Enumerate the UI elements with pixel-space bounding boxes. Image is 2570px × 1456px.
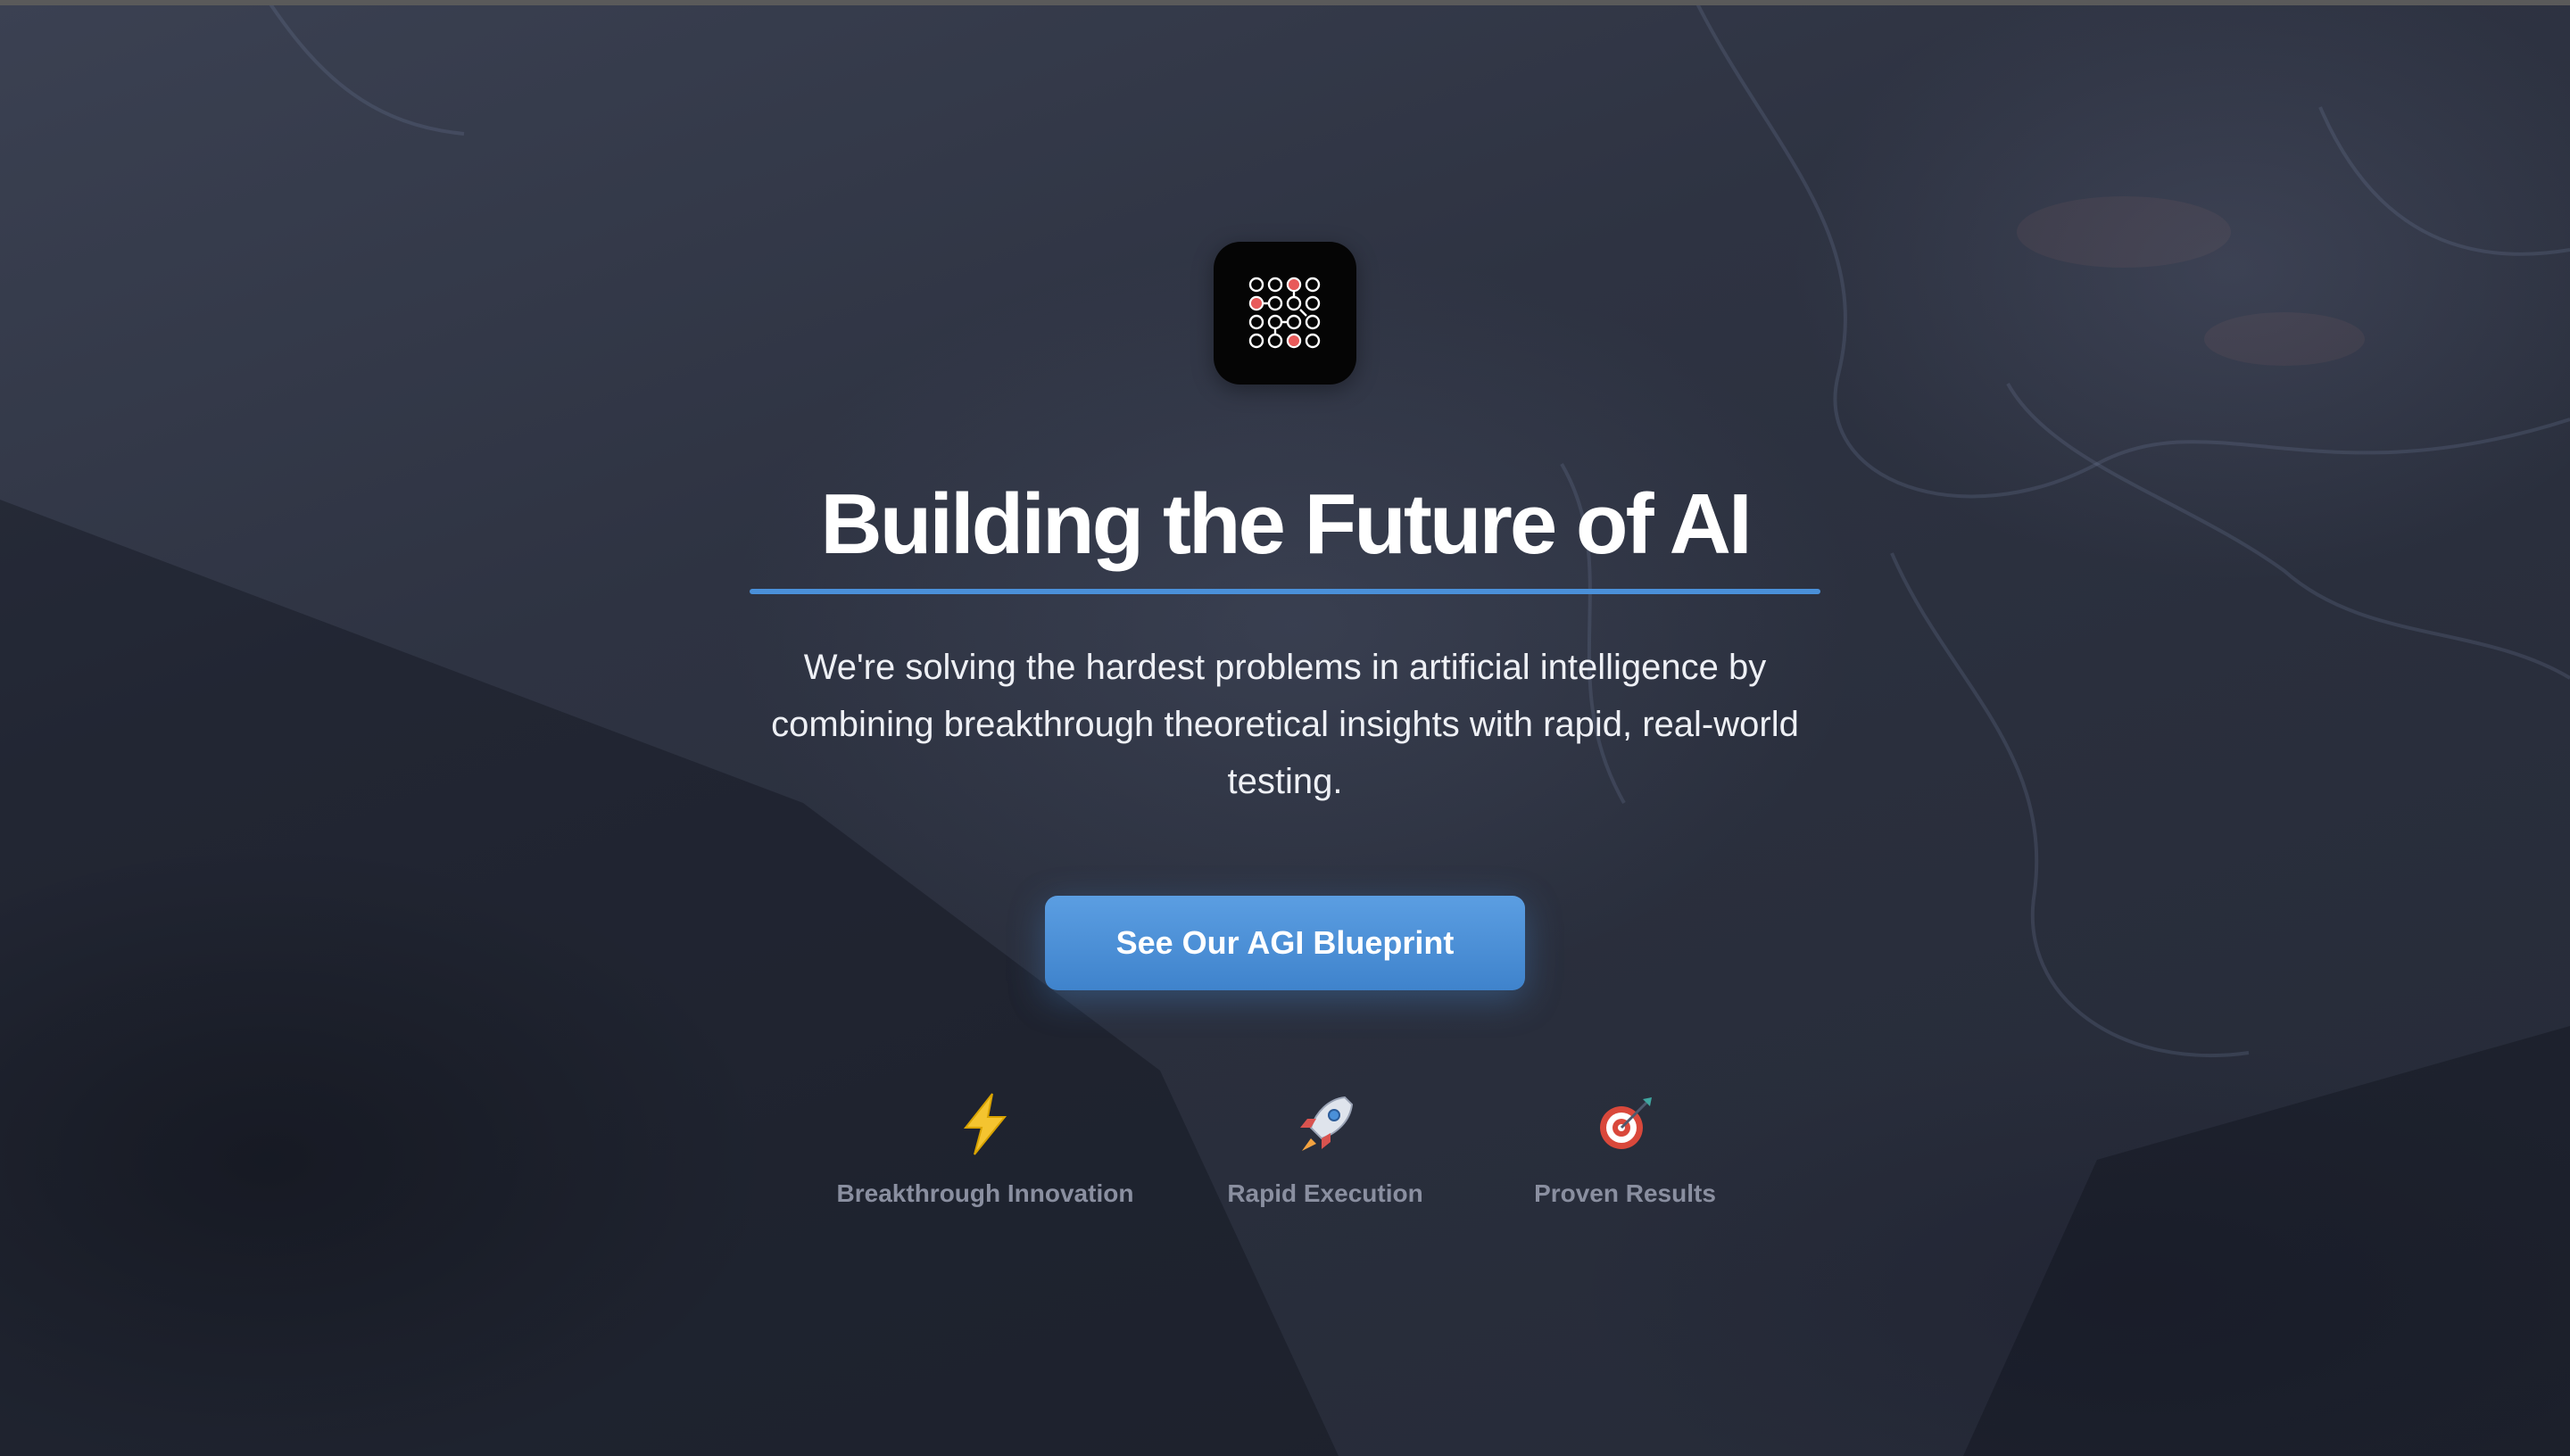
title-underline — [750, 589, 1820, 594]
feature-label: Proven Results — [1534, 1179, 1716, 1207]
rocket-icon — [1289, 1088, 1361, 1160]
browser-top-edge — [0, 0, 2570, 5]
feature-proven-results: Proven Results — [1438, 1088, 1812, 1208]
target-dart-icon — [1589, 1088, 1661, 1160]
hero-title: Building the Future of AI — [820, 476, 1752, 572]
lightning-bolt-icon — [949, 1088, 1021, 1160]
agi-blueprint-button[interactable]: See Our AGI Blueprint — [1045, 896, 1525, 990]
feature-label: Breakthrough Innovation — [836, 1179, 1134, 1207]
feature-breakthrough-innovation: Breakthrough Innovation — [798, 1088, 1173, 1208]
hero-subtitle: We're solving the hardest problems in ar… — [771, 648, 1799, 801]
company-logo — [1214, 242, 1356, 385]
